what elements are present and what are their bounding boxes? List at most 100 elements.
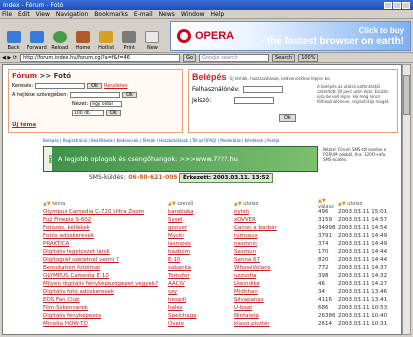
home-button[interactable]: Home [71,21,94,51]
menu-navigation[interactable]: Navigation [56,11,88,18]
topic-author-link[interactable]: Sysel [168,217,234,225]
author-label: A hejlése szövegében: [12,92,69,98]
forward-button[interactable]: Forward [25,21,48,51]
topic-last-link[interactable]: uzzsofia [234,273,318,281]
topic-title-link[interactable]: Film-Szkennerek [43,305,168,313]
menu-email[interactable]: E-mail [134,11,153,18]
topic-title-link[interactable]: Fuji Finepix S-602 [43,217,168,225]
menu-edit[interactable]: Edit [18,11,30,18]
page-content: Fórum >> Fotó Keresés: Ok Részletes A he… [2,64,402,335]
topic-author-link[interactable]: Mycki [168,233,234,241]
menu-bookmarks[interactable]: Bookmarks [94,11,128,18]
topic-last-link[interactable]: WhoseVolace [234,265,318,273]
hotlist-button[interactable]: Hotlist [95,21,118,51]
sms-banner[interactable]: SMS A legjobb oplogok és csengőhangok: >… [43,146,318,172]
topic-title-link[interactable]: OLYMPUS Camedia E-10 [43,273,168,281]
topic-author-link[interactable]: hazbom [168,249,234,257]
topic-author-link[interactable]: hesedi [168,297,234,305]
col-author-header[interactable]: ▲▼ szerző [168,201,234,207]
banner-side-text: Nézze! Fórum SMS-től kezdve a FÓRUM sebb… [323,147,387,162]
reload-button[interactable]: Reload [48,21,71,51]
go-button[interactable]: Go [183,53,196,62]
author-ok-button[interactable]: Ok [122,92,137,98]
topic-last-link[interactable]: Canon a barbár [234,225,318,233]
topic-last-link[interactable]: Ninfaleta [234,313,318,321]
home-icon [75,30,90,43]
search-button[interactable]: Search [272,53,296,62]
minimize-button[interactable] [384,1,392,9]
col-last-header[interactable]: ▲▼ utolsó [234,201,318,207]
menu-file[interactable]: File [2,11,12,18]
print-button[interactable]: Print [118,21,141,51]
topic-last-link[interactable]: tumseus [234,233,318,241]
topic-last-link[interactable]: klaszi.pisztér [234,321,318,329]
col-topic-header[interactable]: ▲▼ téma [43,201,168,207]
search-field[interactable] [35,83,86,89]
topic-author-link[interactable]: halas [168,305,234,313]
topic-title-link[interactable]: Fotózás, kellékek [43,225,168,233]
close-button[interactable] [402,1,410,9]
topic-author-link[interactable]: sabanka [168,265,234,273]
topic-title-link[interactable]: Olympus Camedia C-720 Ultra Zoom [43,209,168,217]
nav-arrows-icon[interactable]: ◀ ▶ ⟳ [2,55,17,61]
detailed-search-link[interactable]: Részletes [104,83,128,89]
topic-author-link[interactable]: AACIV [168,281,234,289]
topic-title-link[interactable]: Digitális fotó adóskeresek [43,289,168,297]
topic-title-link[interactable]: EOS Fan Club [43,297,168,305]
topic-title-link[interactable]: Bemutatom fotóimat [43,265,168,273]
back-button[interactable]: Back [2,21,25,51]
menu-news[interactable]: News [159,11,175,18]
author-field[interactable] [70,92,121,98]
search-ok-button[interactable]: Ok [87,83,102,89]
topic-last-link[interactable]: Sanna 67 [234,257,318,265]
nav-links[interactable]: Belépés | Regisztráció | Beállítások | K… [43,138,393,143]
topic-last-link[interactable]: U-boat [234,305,318,313]
topic-author-link[interactable]: karabuka [168,209,234,217]
opera-ad-banner[interactable]: OPERA Click to buy - the fastest browser… [169,20,412,51]
menu-help[interactable]: Help [211,11,225,18]
new-button[interactable]: New [141,21,164,51]
topic-author-link[interactable]: szy [168,289,234,297]
topic-title-link[interactable]: Fotós adóskeresek [43,233,168,241]
topic-title-link[interactable]: Digitális legeloszet lánik [43,249,168,257]
topic-last-link[interactable]: Silvapanas [234,297,318,305]
col-replies-header[interactable]: ▲▼ válasz [318,198,338,210]
topic-last-link[interactable]: Midithan [234,289,318,297]
login-title: Belépés [192,72,227,82]
menu-view[interactable]: View [36,11,50,18]
topic-author-link[interactable]: Tomsfor [168,273,234,281]
new-topic-link[interactable]: Új téma [12,122,36,128]
view-select[interactable]: egy oldal [90,101,123,107]
password-field[interactable] [234,97,275,104]
topic-title-link[interactable]: PRAKTICA [43,241,168,249]
topic-last-link[interactable]: nylon [234,209,318,217]
view-ok-button[interactable]: Ok [106,110,121,116]
topic-last-link[interactable]: nasmnic [234,241,318,249]
search-input[interactable]: Google search [199,53,269,62]
topic-title-link[interactable]: Digitográf szeretnél venni ? [43,257,168,265]
login-note: A belépés az utolsó kattintástól számíto… [317,84,390,104]
topic-last-link[interactable]: zOVVER [234,217,318,225]
topic-author-link[interactable]: E-10 [168,257,234,265]
topic-author-link[interactable]: gooyer [168,225,234,233]
perpage-select[interactable]: 100 db [72,110,104,116]
topic-author-link[interactable]: lasmpas [168,241,234,249]
scroll-thumb[interactable] [403,75,410,115]
url-input[interactable]: http://forum.index.hu/forum.cgi?a=f&f=46 [20,53,181,62]
login-ok-button[interactable]: Ok [279,114,296,122]
topic-last-link[interactable]: Lkeindike [234,281,318,289]
topic-author-link[interactable]: Spelchage [168,313,234,321]
col-date-header[interactable]: ▲▼ utolsó [338,201,398,207]
vertical-scrollbar[interactable] [402,64,411,335]
topic-title-link[interactable]: Minolta HOW-TO [43,321,168,329]
maximize-button[interactable] [393,1,401,9]
forum-search-box: Fórum >> Fotó Keresés: Ok Részletes A he… [8,69,183,133]
username-field[interactable] [242,86,283,93]
topic-author-link[interactable]: Ovelo [168,321,234,329]
topic-last-date: 2003.03.11 10:53 [338,305,388,312]
topic-title-link[interactable]: Digitális fényképezés [43,313,168,321]
menu-window[interactable]: Window [181,11,205,18]
zoom-select[interactable]: 100% [298,53,319,62]
topic-title-link[interactable]: Milyen digitális fényképezőgépet vegyek? [43,281,168,289]
topic-last-link[interactable]: Sasmun [234,249,318,257]
